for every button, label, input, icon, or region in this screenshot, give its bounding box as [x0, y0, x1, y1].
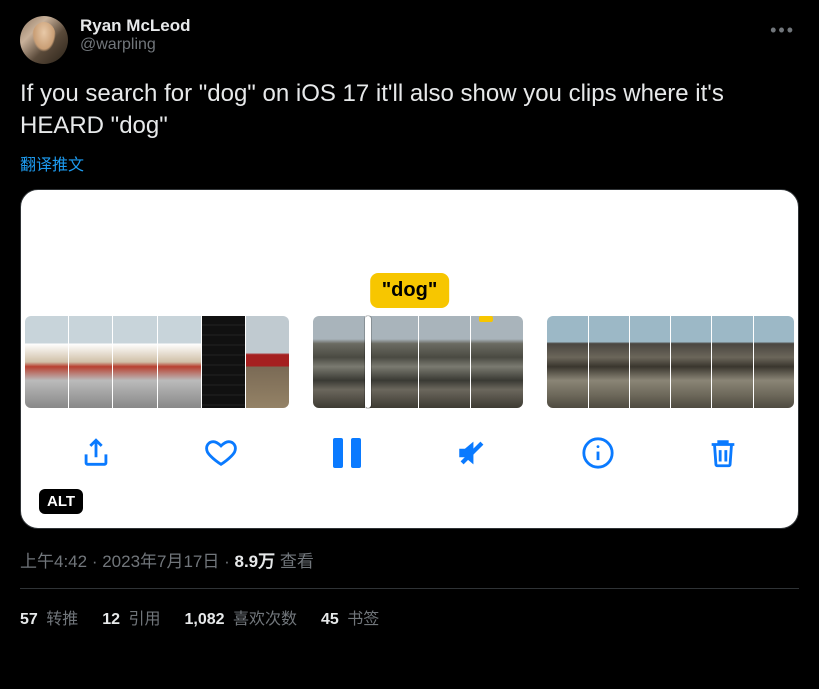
tweet-container: Ryan McLeod @warpling ••• If you search …: [0, 0, 819, 645]
clip-frame: [712, 316, 752, 408]
retweets-stat[interactable]: 57 转推: [20, 605, 78, 629]
clip-frame: [419, 316, 471, 408]
clip-frame: [630, 316, 670, 408]
tweet-time[interactable]: 上午4:42: [20, 552, 87, 571]
views-count: 8.9万: [235, 552, 276, 571]
clip-frame: [25, 316, 68, 408]
playhead-icon[interactable]: [365, 316, 371, 408]
tweet-meta: 上午4:42 · 2023年7月17日 · 8.9万 查看: [20, 547, 799, 589]
heart-icon[interactable]: [201, 433, 241, 473]
translate-link[interactable]: 翻译推文: [20, 151, 799, 175]
avatar[interactable]: [20, 16, 68, 64]
tweet-date[interactable]: 2023年7月17日: [102, 552, 219, 571]
likes-stat[interactable]: 1,082 喜欢次数: [185, 605, 298, 629]
playhead-marker-icon: [479, 316, 493, 322]
clip-frame: [158, 316, 201, 408]
clip-group[interactable]: [313, 316, 523, 408]
views-label: 查看: [275, 552, 314, 571]
bookmarks-stat[interactable]: 45 书签: [321, 605, 379, 629]
media-header-area: "dog": [21, 190, 798, 316]
display-name: Ryan McLeod: [80, 16, 191, 36]
mute-icon[interactable]: [452, 433, 492, 473]
clip-frame: [246, 316, 289, 408]
clip-group[interactable]: [547, 316, 794, 408]
search-token-chip: "dog": [370, 273, 450, 308]
clip-frame: [313, 316, 365, 408]
clip-frame: [471, 316, 523, 408]
quotes-stat[interactable]: 12 引用: [102, 605, 160, 629]
clip-group[interactable]: [25, 316, 289, 408]
clip-frame: [69, 316, 112, 408]
trash-icon[interactable]: [703, 433, 743, 473]
media-attachment[interactable]: "dog": [20, 189, 799, 529]
tweet-stats: 57 转推 12 引用 1,082 喜欢次数 45 书签: [20, 605, 799, 629]
clip-frame: [589, 316, 629, 408]
info-icon[interactable]: [578, 433, 618, 473]
tweet-text: If you search for "dog" on iOS 17 it'll …: [20, 78, 799, 143]
clip-frame: [754, 316, 794, 408]
clip-frame: [202, 316, 245, 408]
more-menu-icon[interactable]: •••: [766, 16, 799, 45]
clip-frame: [366, 316, 418, 408]
share-icon[interactable]: [76, 433, 116, 473]
media-toolbar: [21, 408, 798, 498]
alt-badge[interactable]: ALT: [39, 489, 83, 514]
video-scrubber-timeline[interactable]: [21, 316, 798, 408]
pause-icon[interactable]: [327, 433, 367, 473]
author-names[interactable]: Ryan McLeod @warpling: [80, 16, 191, 54]
clip-frame: [547, 316, 587, 408]
tweet-header: Ryan McLeod @warpling •••: [20, 16, 799, 64]
handle: @warpling: [80, 36, 191, 54]
clip-frame: [113, 316, 156, 408]
clip-frame: [671, 316, 711, 408]
